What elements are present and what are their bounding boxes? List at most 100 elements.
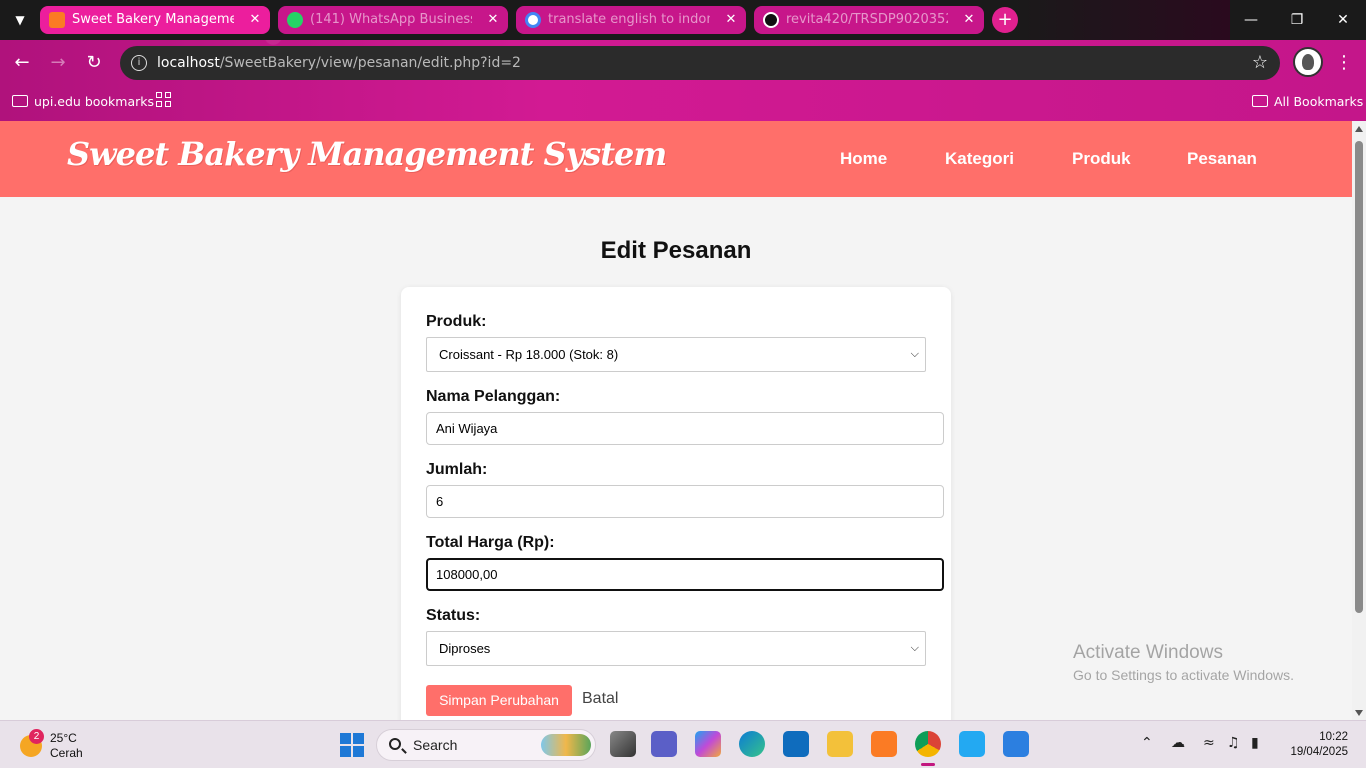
file-explorer-icon[interactable] xyxy=(827,731,853,757)
url-host: localhost xyxy=(157,55,220,71)
clock-date: 19/04/2025 xyxy=(1290,746,1348,758)
page-viewport: Sweet Bakery Management System Home Kate… xyxy=(0,121,1352,720)
close-tab-icon[interactable]: ✕ xyxy=(962,6,976,34)
edge-icon[interactable] xyxy=(739,731,765,757)
close-tab-icon[interactable]: ✕ xyxy=(486,6,500,34)
all-bookmarks-button[interactable]: All Bookmarks xyxy=(1252,92,1363,112)
bookmark-label: All Bookmarks xyxy=(1274,94,1364,109)
activate-windows-watermark: Activate Windows Go to Settings to activ… xyxy=(1073,642,1294,683)
browser-menu-icon[interactable]: ⋮ xyxy=(1334,51,1354,75)
page-scrollbar[interactable] xyxy=(1352,121,1366,720)
system-clock[interactable]: 10:22 19/04/2025 xyxy=(1284,730,1348,760)
browser-toolbar: ← → ↻ i localhost/SweetBakery/view/pesan… xyxy=(0,40,1366,86)
status-selected-value: Diproses xyxy=(439,641,491,656)
back-arrow-icon[interactable]: ← xyxy=(10,51,34,75)
nama-pelanggan-input[interactable]: Ani Wijaya xyxy=(426,412,944,445)
temperature: 25°C xyxy=(50,731,77,745)
vscode-icon[interactable] xyxy=(959,731,985,757)
watermark-title: Activate Windows xyxy=(1073,642,1223,663)
nav-pesanan[interactable]: Pesanan xyxy=(1187,149,1257,169)
search-label: Search xyxy=(413,737,458,753)
jumlah-label: Jumlah: xyxy=(426,461,488,478)
tab-sweet-bakery[interactable]: Sweet Bakery Management Syst ✕ xyxy=(40,6,270,34)
profile-avatar[interactable] xyxy=(1293,47,1323,77)
restore-icon[interactable]: ❐ xyxy=(1274,0,1320,40)
tab-github[interactable]: revita420/TRSDP9020352 ✕ xyxy=(754,6,984,34)
onedrive-icon[interactable]: ☁ xyxy=(1171,735,1185,751)
whatsapp-icon xyxy=(287,12,303,28)
weather-widget[interactable]: 2 25°C Cerah xyxy=(18,729,108,761)
produk-selected-value: Croissant - Rp 18.000 (Stok: 8) xyxy=(439,347,619,362)
bookmark-folder-upi[interactable]: upi.edu bookmarks xyxy=(12,92,154,112)
google-icon xyxy=(525,12,541,28)
close-tab-icon[interactable]: ✕ xyxy=(724,6,738,34)
apps-grid-icon[interactable] xyxy=(156,92,172,108)
total-harga-label: Total Harga (Rp): xyxy=(426,534,555,551)
scroll-up-arrow-icon[interactable] xyxy=(1355,126,1363,132)
task-view-icon[interactable] xyxy=(610,731,636,757)
simpan-perubahan-button[interactable]: Simpan Perubahan xyxy=(426,685,572,716)
notepad-icon[interactable] xyxy=(1003,731,1029,757)
url-path: /SweetBakery/view/pesanan/edit.php?id=2 xyxy=(219,55,521,71)
close-tab-icon[interactable]: ✕ xyxy=(248,6,262,34)
nav-kategori[interactable]: Kategori xyxy=(945,149,1014,169)
status-label: Status: xyxy=(426,607,481,624)
chrome-active-indicator xyxy=(921,763,935,766)
site-info-icon[interactable]: i xyxy=(131,55,147,71)
taskbar-search[interactable]: Search xyxy=(376,729,596,761)
folder-icon xyxy=(12,95,28,107)
minimize-icon[interactable]: — xyxy=(1228,0,1274,40)
tab-whatsapp[interactable]: (141) WhatsApp Business ✕ xyxy=(278,6,508,34)
copilot-icon[interactable] xyxy=(695,731,721,757)
status-select[interactable]: Diproses ⌵ xyxy=(426,631,926,666)
total-harga-input[interactable]: 108000,00 xyxy=(426,558,944,591)
new-tab-plus-icon[interactable]: + xyxy=(992,7,1018,33)
wifi-icon[interactable]: ≈ xyxy=(1203,735,1215,751)
battery-icon[interactable]: ▮ xyxy=(1251,735,1259,751)
address-bar[interactable]: i localhost/SweetBakery/view/pesanan/edi… xyxy=(120,46,1280,80)
tabstrip-theme-bg xyxy=(1010,0,1230,40)
outlook-icon[interactable] xyxy=(783,731,809,757)
forward-arrow-icon[interactable]: → xyxy=(46,51,70,75)
nav-home[interactable]: Home xyxy=(840,149,887,169)
show-hidden-icons-chevron-icon[interactable]: ⌃ xyxy=(1141,735,1153,751)
chevron-down-icon: ⌵ xyxy=(910,348,919,360)
scroll-down-arrow-icon[interactable] xyxy=(1355,710,1363,716)
jumlah-input[interactable]: 6 xyxy=(426,485,944,518)
produk-select[interactable]: Croissant - Rp 18.000 (Stok: 8) ⌵ xyxy=(426,337,926,372)
edit-order-form: Produk: Croissant - Rp 18.000 (Stok: 8) … xyxy=(401,287,951,720)
weather-condition: Cerah xyxy=(50,746,83,760)
tab-title: revita420/TRSDP9020352 xyxy=(786,12,948,27)
nama-pelanggan-label: Nama Pelanggan: xyxy=(426,388,561,405)
chrome-icon[interactable] xyxy=(915,731,941,757)
bookmark-star-icon[interactable]: ☆ xyxy=(1252,46,1268,80)
page-title: Edit Pesanan xyxy=(600,237,752,264)
volume-icon[interactable]: ♫ xyxy=(1227,735,1240,751)
bookmark-label: upi.edu bookmarks xyxy=(34,94,155,109)
tab-title: translate english to indonesia xyxy=(548,12,710,27)
teams-icon[interactable] xyxy=(651,731,677,757)
nama-pelanggan-value: Ani Wijaya xyxy=(436,421,498,436)
jumlah-value: 6 xyxy=(436,494,444,509)
nav-produk[interactable]: Produk xyxy=(1072,149,1131,169)
window-close-icon[interactable]: ✕ xyxy=(1320,0,1366,40)
xampp-icon[interactable] xyxy=(871,731,897,757)
folder-icon xyxy=(1252,95,1268,107)
tab-strip: ▼ Sweet Bakery Management Syst ✕ (141) W… xyxy=(0,0,1366,40)
clock-time: 10:22 xyxy=(1319,731,1348,743)
batal-link[interactable]: Batal xyxy=(582,690,618,708)
xampp-icon xyxy=(49,12,65,28)
site-header: Sweet Bakery Management System Home Kate… xyxy=(0,121,1352,197)
watermark-subtitle: Go to Settings to activate Windows. xyxy=(1073,667,1294,683)
reload-icon[interactable]: ↻ xyxy=(82,51,106,75)
tab-title: Sweet Bakery Management Syst xyxy=(72,12,234,27)
site-logo[interactable]: Sweet Bakery Management System xyxy=(67,135,667,173)
produk-label: Produk: xyxy=(426,313,487,330)
github-icon xyxy=(763,12,779,28)
scrollbar-thumb[interactable] xyxy=(1355,141,1363,613)
tab-google-translate[interactable]: translate english to indonesia ✕ xyxy=(516,6,746,34)
tab-title: (141) WhatsApp Business xyxy=(310,12,472,27)
tab-search-chevron-icon[interactable]: ▼ xyxy=(8,8,32,32)
windows-start-icon[interactable] xyxy=(340,733,364,757)
total-harga-value: 108000,00 xyxy=(436,567,498,582)
